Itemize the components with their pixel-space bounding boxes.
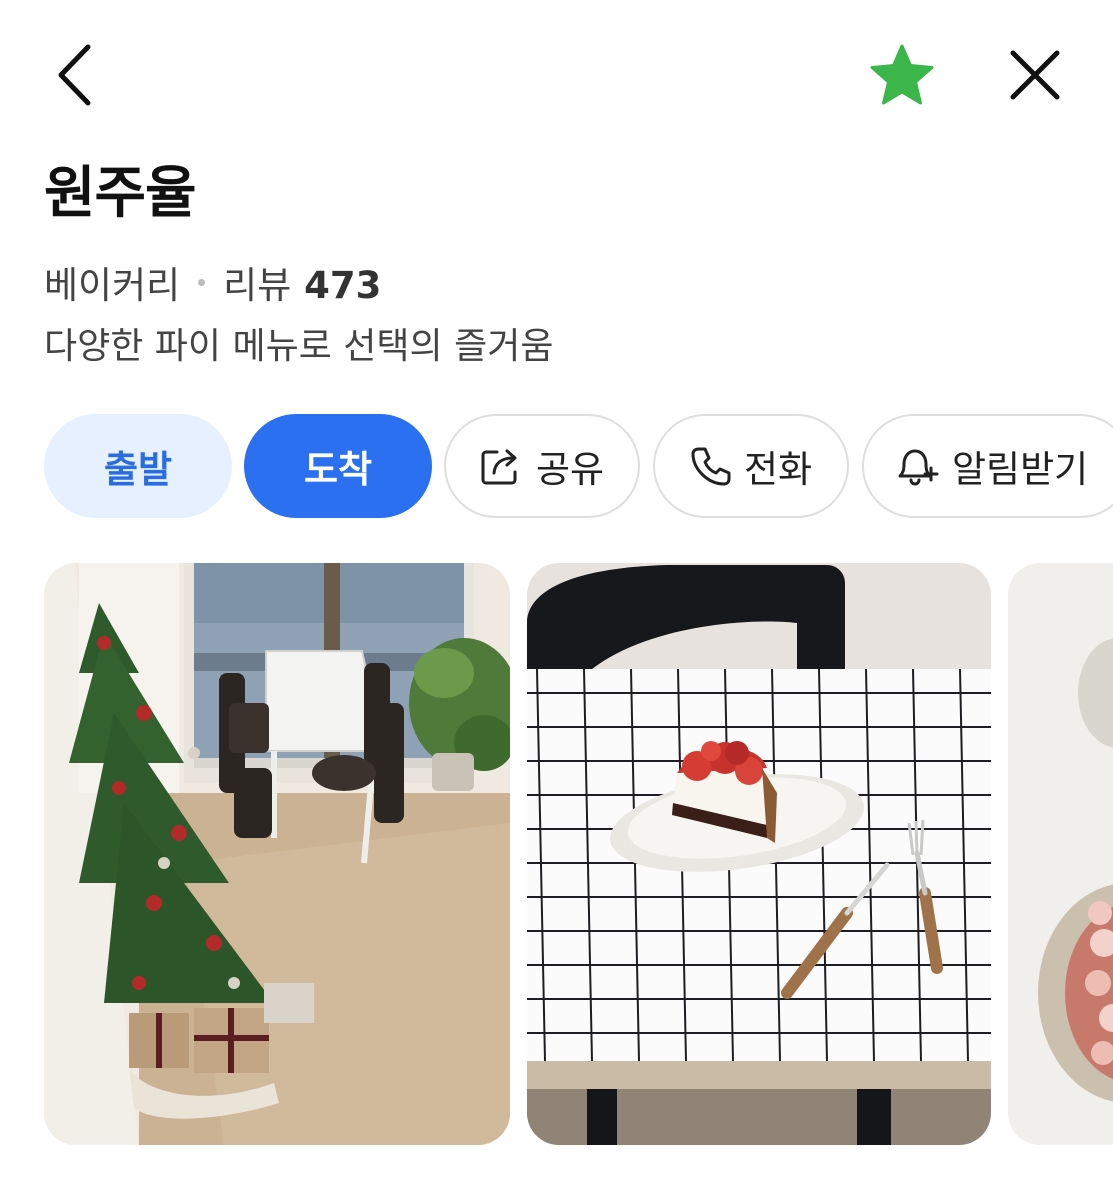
photo-pie[interactable]: [527, 563, 991, 1145]
pie-photo-image: [527, 563, 991, 1145]
arrive-label: 도착: [303, 448, 373, 491]
bell-plus-icon: [898, 449, 939, 486]
place-description: 다양한 파이 메뉴로 선택의 즐거움: [44, 326, 554, 367]
separator-dot: [198, 278, 206, 286]
call-label: 전화: [743, 448, 813, 491]
place-name: 원주율: [44, 161, 197, 226]
star-icon: [870, 44, 934, 105]
back-button[interactable]: [40, 38, 110, 112]
place-category: 베이커리: [44, 264, 181, 307]
favorite-button[interactable]: [864, 38, 940, 112]
interior-photo-image: [44, 563, 510, 1145]
depart-label: 출발: [103, 448, 173, 491]
review-count: 473: [304, 264, 382, 307]
tart-photo-image: [1008, 563, 1113, 1145]
place-meta: 베이커리 리뷰 473: [44, 254, 381, 310]
close-icon: [1010, 50, 1060, 100]
notify-button[interactable]: 알림받기: [862, 414, 1113, 518]
photo-gallery[interactable]: [44, 563, 1113, 1145]
phone-icon: [691, 447, 731, 486]
top-bar: [0, 0, 1113, 150]
notify-label: 알림받기: [952, 448, 1089, 491]
close-button[interactable]: [998, 38, 1072, 112]
call-button[interactable]: 전화: [653, 414, 849, 518]
share-icon: [481, 449, 517, 485]
action-buttons: 출발 도착 공유 전화 알림받기: [44, 414, 1113, 520]
review-label: 리뷰: [223, 264, 292, 307]
photo-tart[interactable]: [1008, 563, 1113, 1145]
share-label: 공유: [535, 448, 605, 491]
review-summary[interactable]: 리뷰 473: [223, 255, 381, 309]
depart-button[interactable]: 출발: [44, 414, 232, 518]
chevron-left-icon: [58, 44, 91, 106]
arrive-button[interactable]: 도착: [244, 414, 432, 518]
photo-interior[interactable]: [44, 563, 510, 1145]
share-button[interactable]: 공유: [444, 414, 640, 518]
